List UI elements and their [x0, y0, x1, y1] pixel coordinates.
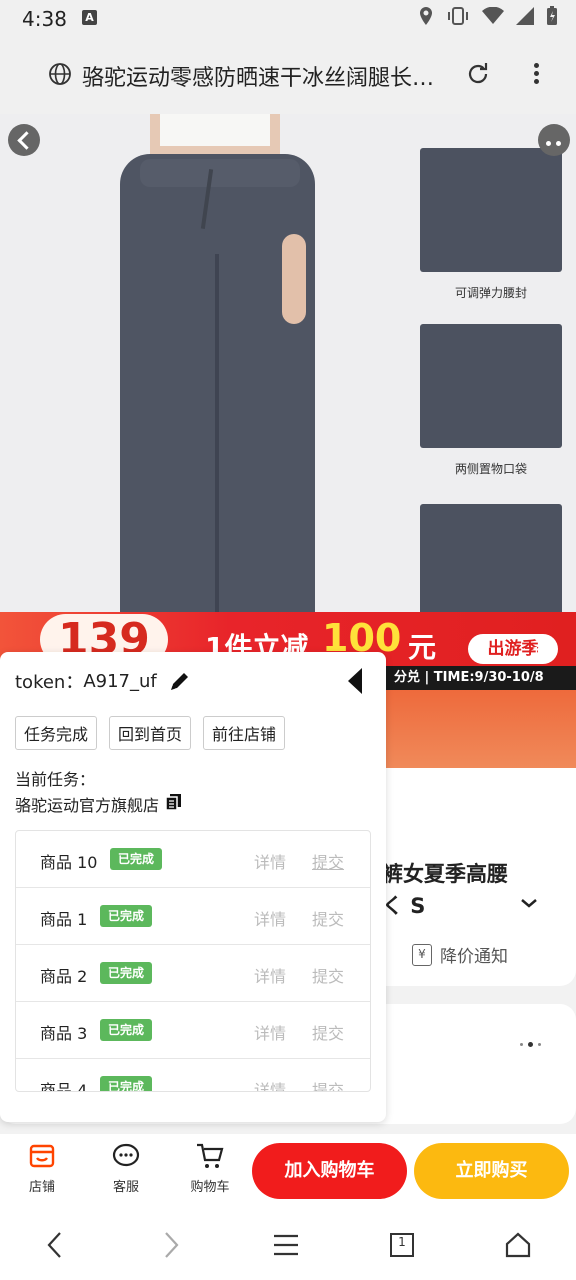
go-to-store-button[interactable]: 前往店铺	[203, 716, 286, 750]
product-title: 裤女夏季高腰 く S	[382, 858, 508, 922]
add-to-cart-button[interactable]: 加入购物车	[252, 1143, 407, 1199]
service-label: 客服	[112, 1180, 139, 1195]
task-complete-button[interactable]: 任务完成	[15, 716, 98, 750]
detail-link[interactable]: 详情	[254, 1077, 286, 1091]
pants-split	[215, 254, 219, 614]
task-item-name: 商品 4	[40, 1081, 88, 1092]
signal-icon	[516, 7, 534, 29]
token-row: token： A917_uf	[15, 668, 191, 694]
location-icon	[418, 6, 434, 30]
product-title-line: く S	[382, 894, 426, 918]
festival-banner	[380, 690, 576, 768]
detail-link[interactable]: 详情	[254, 849, 286, 873]
tabs-button[interactable]: 1	[389, 1230, 415, 1264]
chevron-down-icon[interactable]	[520, 890, 538, 914]
price-alert-button[interactable]: ¥ 降价通知	[412, 942, 508, 967]
submit-link[interactable]: 提交	[312, 906, 344, 930]
thumb-caption: 两侧置物口袋	[454, 462, 527, 476]
battery-icon	[546, 6, 558, 30]
thumb-caption: 可调弹力腰封	[454, 286, 527, 300]
detail-thumb-fabric	[420, 504, 562, 614]
token-label: token：	[15, 672, 84, 693]
current-task-store: 骆驼运动官方旗舰店	[15, 792, 183, 816]
status-badge: 已完成	[100, 962, 153, 984]
task-store-name: 骆驼运动官方旗舰店	[15, 796, 160, 815]
status-bar: 4:38 A	[0, 0, 576, 36]
promo-time: 分兑 | TIME:9/30-10/8	[386, 666, 576, 690]
task-row: 商品 10 已完成 详情 提交	[16, 831, 370, 888]
detail-thumb-waist	[420, 148, 562, 272]
task-row: 商品 1 已完成 详情 提交	[16, 888, 370, 945]
task-panel: token： A917_uf 任务完成 回到首页 前往店铺 当前任务： 骆驼运动…	[0, 652, 386, 1122]
menu-icon[interactable]	[272, 1230, 300, 1264]
status-icons	[418, 6, 558, 30]
detail-link[interactable]: 详情	[254, 963, 286, 987]
vibrate-icon	[446, 6, 470, 30]
forward-nav-icon[interactable]	[160, 1230, 182, 1264]
status-badge: 已完成	[100, 905, 153, 927]
model-top	[160, 114, 270, 146]
edit-icon[interactable]	[169, 670, 191, 692]
home-icon[interactable]	[504, 1230, 532, 1264]
collapse-panel-icon[interactable]	[348, 668, 362, 694]
product-title-line: 裤女夏季高腰	[382, 862, 508, 886]
token-value: A917_uf	[83, 670, 157, 692]
cart-icon	[197, 1143, 224, 1168]
store-label: 店铺	[28, 1180, 55, 1195]
back-icon[interactable]	[8, 124, 40, 156]
pager-dots	[520, 1042, 541, 1047]
panel-button-row: 任务完成 回到首页 前往店铺	[15, 716, 286, 750]
browser-nav-bar: 1	[0, 1210, 576, 1280]
hand	[282, 234, 306, 324]
status-badge: 已完成	[110, 848, 163, 870]
store-button[interactable]: 店铺	[12, 1142, 72, 1195]
task-list[interactable]: 商品 10 已完成 详情 提交 商品 1 已完成 详情 提交 商品 2 已完成 …	[15, 830, 371, 1092]
submit-link[interactable]: 提交	[312, 1020, 344, 1044]
image-counter: 1/6	[532, 646, 553, 661]
chat-icon	[112, 1143, 140, 1167]
status-badge: 已完成	[100, 1076, 153, 1091]
submit-link[interactable]: 提交	[312, 849, 344, 873]
task-item-name: 商品 10	[40, 853, 98, 872]
url-title[interactable]: 骆驼运动零感防晒速干冰丝阔腿长…	[82, 60, 450, 92]
cart-button[interactable]: 购物车	[180, 1142, 240, 1195]
bottom-action-bar: 店铺 客服 购物车 加入购物车 立即购买	[0, 1134, 576, 1210]
task-row: 商品 2 已完成 详情 提交	[16, 945, 370, 1002]
notification-a-icon: A	[82, 10, 97, 25]
wifi-icon	[482, 6, 504, 29]
detail-link[interactable]: 详情	[254, 1020, 286, 1044]
back-to-home-button[interactable]: 回到首页	[109, 716, 192, 750]
status-badge: 已完成	[100, 1019, 153, 1041]
more-icon[interactable]	[538, 124, 570, 156]
copy-icon[interactable]	[165, 793, 183, 815]
submit-link[interactable]: 提交	[312, 963, 344, 987]
detail-thumb-pocket	[420, 324, 562, 448]
task-item-name: 商品 1	[40, 910, 88, 929]
reload-icon[interactable]	[464, 60, 492, 92]
store-icon	[29, 1144, 55, 1168]
back-nav-icon[interactable]	[44, 1230, 66, 1264]
more-menu-icon[interactable]	[526, 60, 546, 88]
task-item-name: 商品 3	[40, 1024, 88, 1043]
promo-discount-unit: 元	[408, 631, 437, 664]
browser-bar: 骆驼运动零感防晒速干冰丝阔腿长…	[0, 36, 576, 114]
customer-service-button[interactable]: 客服	[96, 1142, 156, 1195]
tab-count: 1	[398, 1235, 406, 1249]
price-alert-icon: ¥	[412, 943, 432, 966]
product-image-carousel[interactable]: 可调弹力腰封 两侧置物口袋	[0, 114, 576, 614]
task-item-name: 商品 2	[40, 967, 88, 986]
price-alert-label: 降价通知	[440, 947, 508, 967]
cart-label: 购物车	[190, 1180, 230, 1195]
current-task-label: 当前任务：	[15, 770, 96, 789]
task-row: 商品 4 已完成 详情 提交	[16, 1059, 370, 1092]
globe-icon	[48, 62, 72, 90]
submit-link[interactable]: 提交	[312, 1077, 344, 1091]
buy-now-button[interactable]: 立即购买	[414, 1143, 569, 1199]
status-time: 4:38	[22, 7, 67, 31]
waistband	[140, 159, 300, 187]
task-row: 商品 3 已完成 详情 提交	[16, 1002, 370, 1059]
detail-link[interactable]: 详情	[254, 906, 286, 930]
